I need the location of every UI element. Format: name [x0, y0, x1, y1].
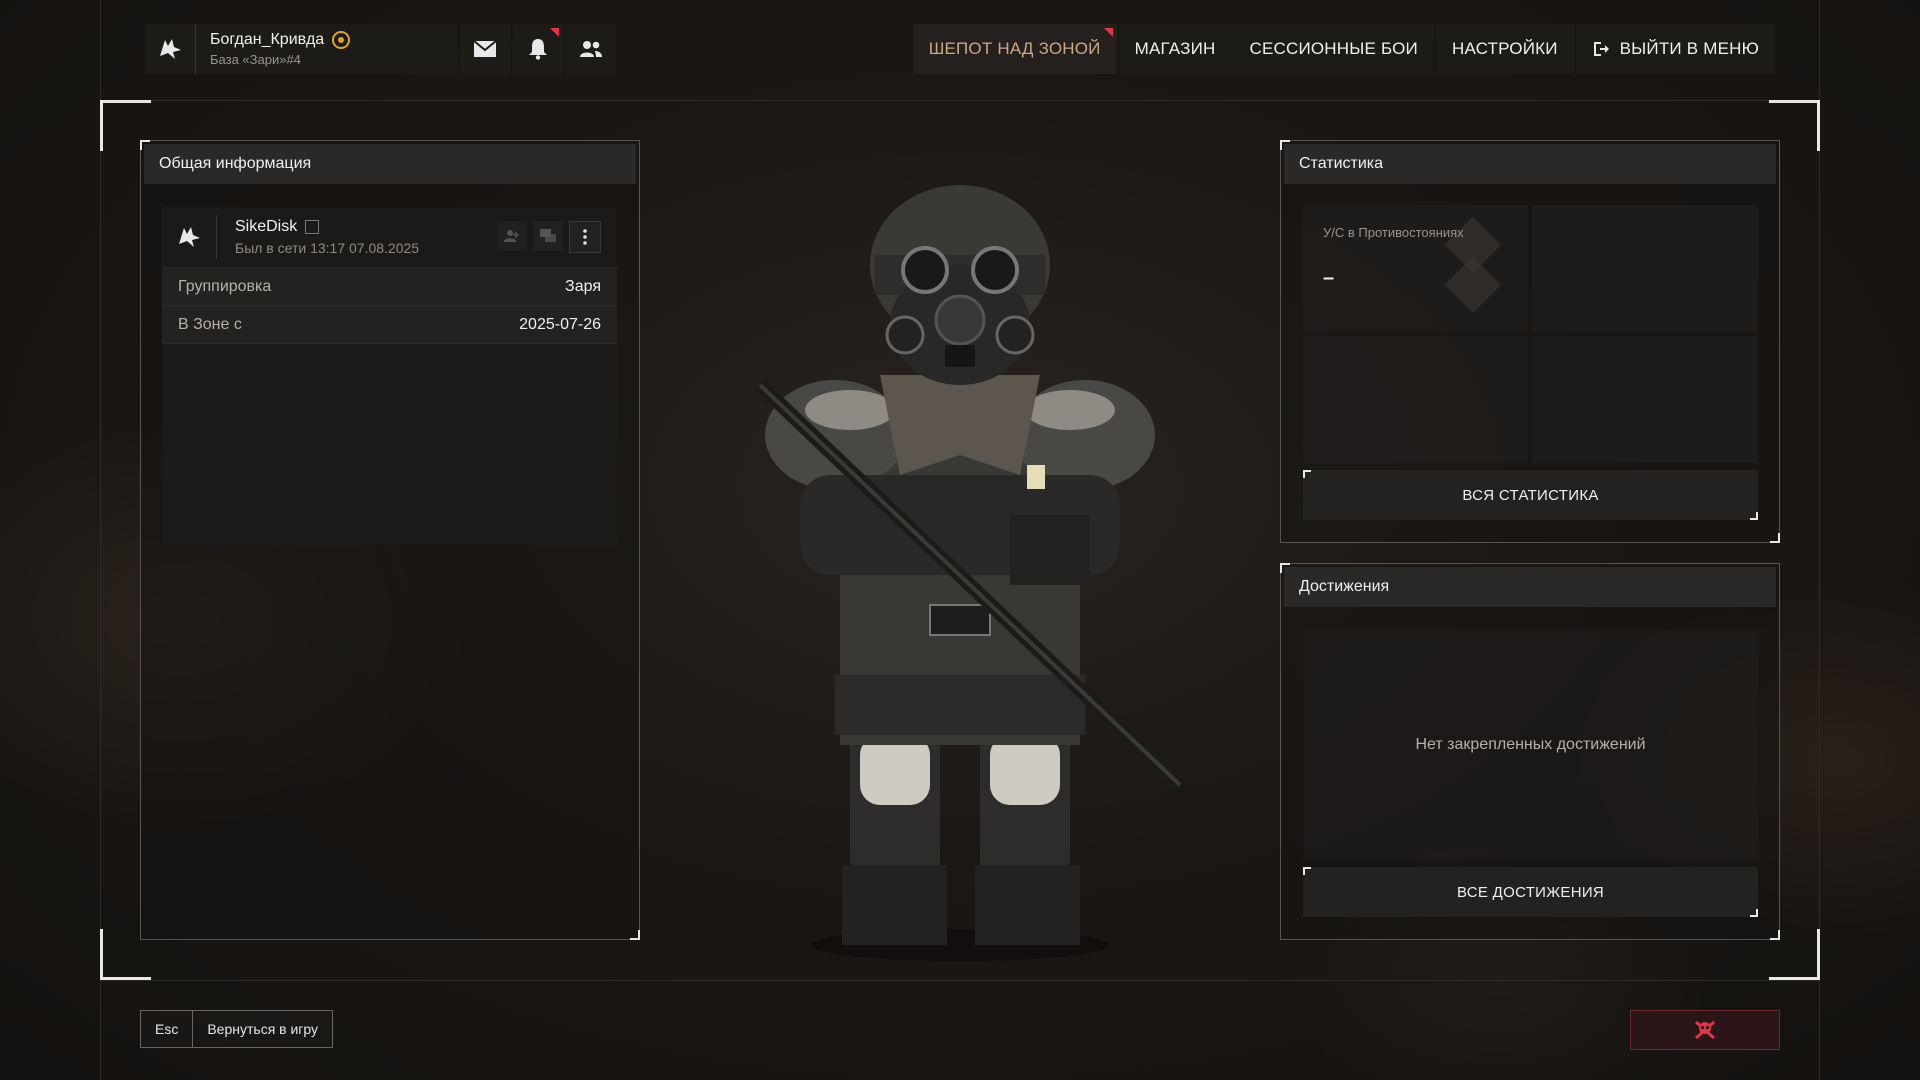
- add-friend-button[interactable]: [497, 221, 527, 251]
- empty-message: Нет закрепленных достижений: [1415, 736, 1646, 753]
- friends-button[interactable]: [566, 24, 616, 74]
- nav-settings[interactable]: НАСТРОЙКИ: [1435, 24, 1574, 74]
- frame-line-bottom: [100, 980, 1820, 981]
- frame-line-right: [1819, 0, 1820, 1080]
- wolf-icon: [162, 215, 217, 259]
- back-to-game-label: Вернуться в игру: [207, 1021, 319, 1037]
- stat-cell-empty: [1303, 336, 1528, 463]
- more-vertical-icon: [583, 229, 587, 245]
- mail-button[interactable]: [460, 24, 510, 74]
- nav-session-battles[interactable]: СЕССИОННЫЕ БОИ: [1233, 24, 1434, 74]
- rank-badge-icon: [332, 31, 351, 49]
- stat-value: –: [1323, 267, 1335, 289]
- achievements-empty-state: Нет закрепленных достижений: [1303, 630, 1758, 860]
- nav-exit-menu[interactable]: ВЫЙТИ В МЕНЮ: [1575, 24, 1775, 74]
- logout-icon: [1593, 42, 1609, 56]
- nav-shop[interactable]: МАГАЗИН: [1118, 24, 1232, 74]
- player-card: SikeDisk Был в сети 13:17 07.08.2025 Гру…: [162, 207, 617, 545]
- nav-whisper-zone[interactable]: ШЕПОТ НАД ЗОНОЙ: [912, 24, 1117, 74]
- button-label: ВСЯ СТАТИСТИКА: [1462, 486, 1599, 504]
- copy-icon[interactable]: [305, 220, 320, 234]
- more-options-button[interactable]: [569, 221, 601, 253]
- notifications-button[interactable]: [513, 24, 563, 74]
- chat-icon: [540, 229, 556, 242]
- main-nav: ШЕПОТ НАД ЗОНОЙ МАГАЗИН СЕССИОННЫЕ БОИ Н…: [912, 24, 1775, 74]
- all-statistics-button[interactable]: ВСЯ СТАТИСТИКА: [1303, 470, 1758, 520]
- player-name: SikeDisk: [235, 218, 298, 235]
- row-value: Заря: [565, 277, 601, 295]
- frame-line-left: [100, 0, 101, 1080]
- nav-label: ВЫЙТИ В МЕНЮ: [1619, 39, 1759, 58]
- user-base: База «Зари»#4: [210, 52, 301, 67]
- stat-cell-empty: [1532, 336, 1758, 463]
- nav-label: СЕССИОННЫЕ БОИ: [1249, 39, 1418, 58]
- nav-label: ШЕПОТ НАД ЗОНОЙ: [928, 39, 1101, 58]
- stat-label: У/С в Противостояниях: [1323, 225, 1464, 240]
- panel-title: Общая информация: [144, 144, 636, 184]
- friends-icon: [580, 41, 602, 57]
- stat-cell-kd: У/С в Противостояниях –: [1303, 205, 1528, 332]
- info-row-faction: Группировка Заря: [162, 268, 617, 306]
- nav-label: МАГАЗИН: [1134, 39, 1216, 58]
- back-to-game-button[interactable]: Esc Вернуться в игру: [140, 1010, 334, 1048]
- skull-crossbones-icon: [1695, 1020, 1715, 1040]
- button-label: ВСЕ ДОСТИЖЕНИЯ: [1456, 883, 1605, 901]
- user-profile-box[interactable]: Богдан_Кривда База «Зари»#4: [145, 24, 457, 74]
- user-name: Богдан_Кривда: [210, 31, 325, 48]
- panel-title: Статистика: [1284, 144, 1776, 184]
- message-button[interactable]: [533, 221, 563, 251]
- all-achievements-button[interactable]: ВСЕ ДОСТИЖЕНИЯ: [1303, 867, 1758, 917]
- esc-key-label: Esc: [141, 1011, 194, 1047]
- nav-label: НАСТРОЙКИ: [1451, 39, 1558, 58]
- row-value: 2025-07-26: [519, 315, 601, 333]
- last-seen: Был в сети 13:17 07.08.2025: [235, 240, 420, 256]
- wolf-icon: [145, 24, 196, 74]
- stats-grid: У/С в Противостояниях –: [1303, 205, 1758, 463]
- info-row-zone-since: В Зоне с 2025-07-26: [162, 306, 617, 344]
- row-label: В Зоне с: [178, 315, 242, 333]
- report-button[interactable]: [1630, 1010, 1780, 1050]
- character-model: [755, 185, 1185, 961]
- add-friend-icon: [504, 230, 519, 242]
- panel-title: Достижения: [1284, 567, 1776, 607]
- notification-indicator: [550, 28, 559, 37]
- row-label: Группировка: [178, 277, 272, 295]
- frame-line-top: [100, 100, 1820, 101]
- stat-cell-empty: [1532, 205, 1758, 332]
- nav-new-indicator: [1103, 28, 1113, 37]
- bell-icon: [529, 39, 547, 60]
- mail-icon: [473, 40, 497, 57]
